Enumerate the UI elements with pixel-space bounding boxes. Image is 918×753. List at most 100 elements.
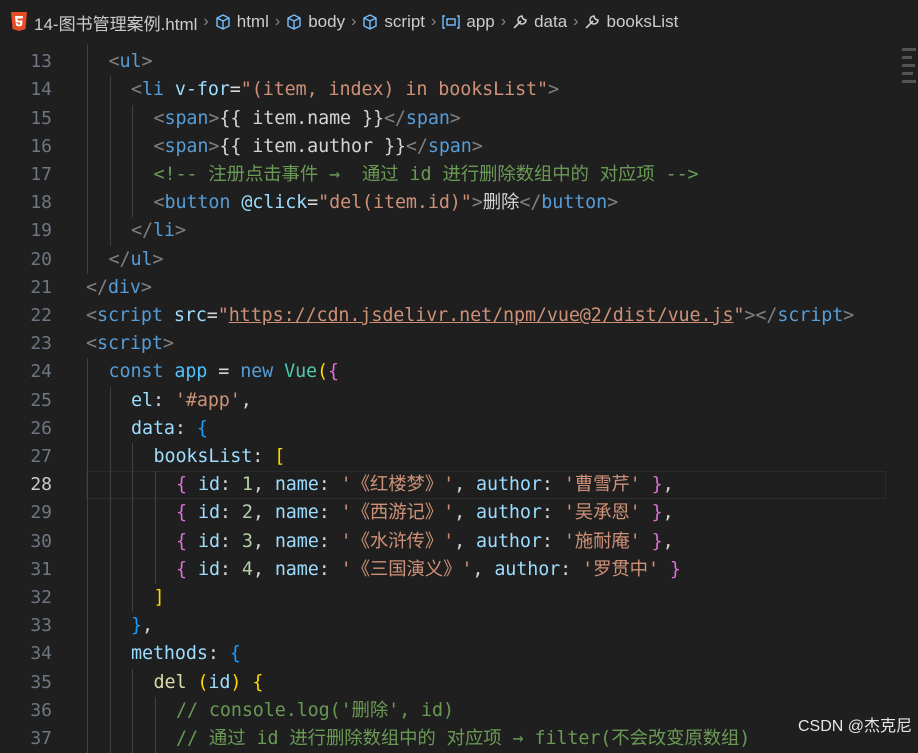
- line-number[interactable]: 22: [0, 302, 52, 330]
- code-line[interactable]: 18 <button @click="del(item.id)">删除</butt…: [0, 189, 890, 218]
- code-token: >: [140, 276, 152, 298]
- code-line[interactable]: 22 <script src="https://cdn.jsdelivr.net/…: [0, 302, 890, 330]
- breadcrumb-body-label: body: [308, 12, 346, 31]
- code-token: data: [131, 417, 175, 439]
- line-number[interactable]: 17: [0, 161, 52, 189]
- code-line[interactable]: 29 { id: 2, name: '《西游记》', author: '吴承恩' …: [0, 499, 890, 528]
- line-number[interactable]: 30: [0, 528, 52, 556]
- line-number[interactable]: 21: [0, 274, 52, 302]
- code-token: ,: [662, 502, 674, 524]
- minimap[interactable]: [898, 36, 918, 116]
- breadcrumb-app[interactable]: app: [442, 12, 495, 32]
- code-text: // console.log('删除', id): [176, 697, 454, 725]
- code-line[interactable]: 14 <li v-for="(item, index) in booksList"…: [0, 76, 890, 105]
- indent-guide: [87, 104, 88, 133]
- line-number[interactable]: 33: [0, 612, 52, 640]
- code-line[interactable]: 30 { id: 3, name: '《水浒传》', author: '施耐庵' …: [0, 527, 890, 556]
- code-line[interactable]: 27 booksList: [: [0, 443, 890, 472]
- code-token: ,: [252, 530, 275, 552]
- line-number[interactable]: 27: [0, 443, 52, 471]
- code-token: >: [208, 135, 220, 157]
- code-line[interactable]: 24 const app = new Vue({: [0, 358, 890, 387]
- line-number[interactable]: 20: [0, 246, 52, 274]
- code-line[interactable]: 31 { id: 4, name: '《三国演义》', author: '罗贯中'…: [0, 555, 890, 584]
- code-line[interactable]: 34 methods: {: [0, 640, 890, 669]
- line-number[interactable]: 31: [0, 556, 52, 584]
- code-token: :: [174, 417, 197, 439]
- vertical-scrollbar[interactable]: [890, 44, 898, 742]
- code-line[interactable]: 25 el: '#app',: [0, 386, 890, 415]
- code-token: ,: [662, 530, 674, 552]
- line-number[interactable]: 14: [0, 76, 52, 104]
- code-line[interactable]: 20 </ul>: [0, 245, 890, 274]
- code-line[interactable]: 35 del (id) {: [0, 668, 890, 697]
- line-number[interactable]: 32: [0, 584, 52, 612]
- indent-guide: [87, 189, 88, 218]
- code-line[interactable]: 37 // 通过 id 进行删除数组中的 对应项 → filter(不会改变原数组…: [0, 725, 890, 753]
- code-line[interactable]: 36 // console.log('删除', id): [0, 696, 890, 725]
- code-token: :: [219, 530, 242, 552]
- code-token: :: [318, 558, 341, 580]
- breadcrumb-data[interactable]: data: [512, 12, 567, 32]
- indent-guide: [87, 471, 88, 500]
- indent-guide: [154, 471, 156, 500]
- code-text: methods: {: [131, 640, 241, 668]
- code-token: :: [207, 643, 230, 665]
- line-number[interactable]: 15: [0, 105, 52, 133]
- code-line[interactable]: 21 </div>: [0, 274, 890, 302]
- code-line[interactable]: 19 </li>: [0, 217, 890, 246]
- indent-guide: [132, 584, 133, 613]
- line-number[interactable]: 19: [0, 217, 52, 245]
- code-line[interactable]: 17 <!-- 注册点击事件 → 通过 id 进行删除数组中的 对应项 -->: [0, 161, 890, 190]
- breadcrumb-html[interactable]: html: [215, 12, 269, 32]
- line-number[interactable]: 26: [0, 415, 52, 443]
- variable-icon: [442, 15, 461, 29]
- code-token: id: [197, 558, 220, 580]
- line-number[interactable]: 28: [0, 471, 52, 499]
- code-line[interactable]: 13 <ul>: [0, 48, 890, 77]
- code-token: >: [843, 305, 855, 326]
- code-line[interactable]: 32]: [0, 584, 890, 613]
- code-line[interactable]: 15 <span>{{ item.name }}</span>: [0, 104, 890, 133]
- line-number[interactable]: 25: [0, 387, 52, 415]
- indent-guide: [87, 414, 88, 443]
- code-token: ]: [153, 587, 165, 608]
- code-editor[interactable]: 1213<ul>14<li v-for="(item, index) in bo…: [0, 0, 918, 753]
- indent-guide: [109, 471, 111, 500]
- code-line[interactable]: 26 data: {: [0, 414, 890, 443]
- code-text: <span>{{ item.author }}</span>: [154, 133, 483, 161]
- breadcrumb-body[interactable]: body: [286, 12, 345, 32]
- line-number[interactable]: 29: [0, 499, 52, 527]
- indent-guide: [87, 725, 88, 753]
- line-number[interactable]: 35: [0, 669, 52, 697]
- indent-guide: [87, 640, 88, 669]
- code-line[interactable]: 28 { id: 1, name: '《红楼梦》', author: '曹雪芹' …: [0, 471, 890, 500]
- chevron-right-icon: ›: [274, 13, 281, 30]
- indent-guide: [109, 640, 111, 669]
- code-line[interactable]: 33},: [0, 612, 890, 641]
- line-number[interactable]: 34: [0, 640, 52, 668]
- indent-guide: [109, 189, 111, 218]
- code-token: {: [176, 474, 187, 496]
- line-number[interactable]: 23: [0, 330, 52, 358]
- code-token: {: [176, 558, 187, 580]
- code-token: =: [206, 305, 218, 326]
- breadcrumb-bookslist[interactable]: booksList: [584, 12, 678, 32]
- line-number[interactable]: 16: [0, 133, 52, 161]
- code-line[interactable]: 23 <script>: [0, 330, 890, 358]
- line-number[interactable]: 37: [0, 725, 52, 753]
- cube-icon: [363, 14, 378, 30]
- indent-guide: [154, 555, 156, 584]
- code-token: name: [274, 558, 319, 580]
- line-number[interactable]: 24: [0, 358, 52, 386]
- code-token: Vue: [284, 361, 318, 383]
- indent-guide: [132, 725, 133, 753]
- line-number[interactable]: 36: [0, 697, 52, 725]
- line-number[interactable]: 13: [0, 48, 52, 76]
- breadcrumb-script[interactable]: script: [362, 12, 425, 32]
- breadcrumb-file[interactable]: 14-图书管理案例.html: [0, 10, 197, 35]
- code-line[interactable]: 16 <span>{{ item.author }}</span>: [0, 132, 890, 161]
- line-number[interactable]: 18: [0, 189, 52, 217]
- code-token: id: [197, 502, 220, 524]
